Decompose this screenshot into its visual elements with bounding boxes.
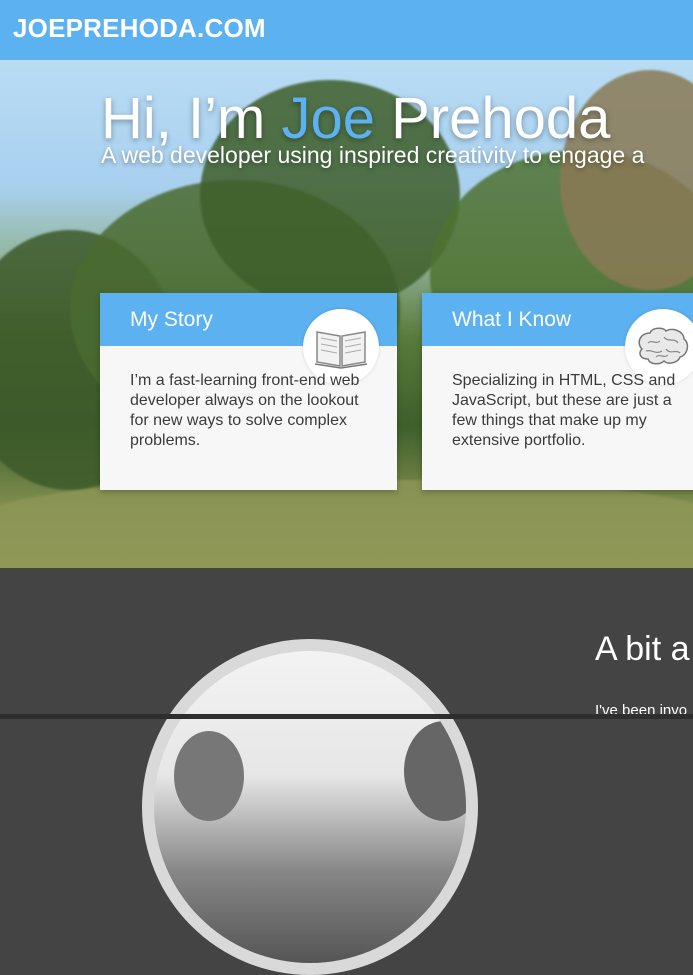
profile-photo-frame	[142, 639, 478, 975]
page-bottom-edge	[0, 714, 693, 719]
photo-tree-left	[174, 731, 244, 821]
site-header: JOEPREHODA.COM	[0, 0, 693, 60]
card-text: I’m a fast-learning front-end web develo…	[130, 372, 360, 449]
hero-background-image	[0, 480, 693, 568]
about-section: A bit a I've been invo	[0, 568, 693, 975]
hero-section: Hi, I’m Joe Prehoda A web developer usin…	[0, 60, 693, 568]
hero-subtitle: A web developer using inspired creativit…	[101, 142, 645, 168]
photo-tree-right	[404, 721, 466, 821]
card-text: Specializing in HTML, CSS and JavaScript…	[452, 372, 676, 449]
profile-photo	[154, 651, 466, 963]
card-my-story[interactable]: My Story I’m a fast-learning front-end w…	[100, 293, 397, 490]
card-what-i-know[interactable]: What I Know Specializing in HTML, CSS an…	[422, 293, 693, 490]
site-logo-link[interactable]: JOEPREHODA.COM	[13, 13, 266, 44]
about-title: A bit a	[595, 630, 690, 668]
